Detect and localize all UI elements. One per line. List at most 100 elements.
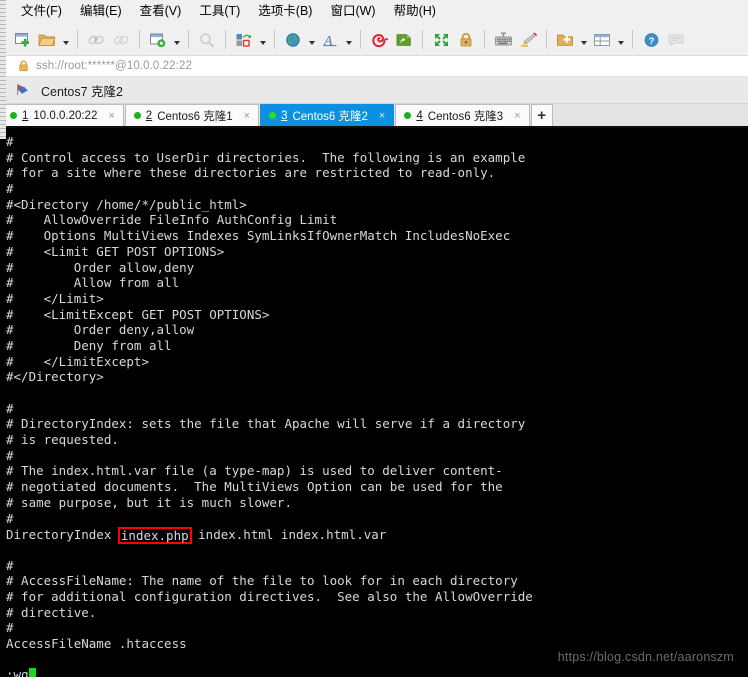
highlight-pen-icon[interactable] [516, 27, 540, 53]
terminal-line: # <Limit GET POST OPTIONS> [6, 243, 225, 259]
terminal-screen[interactable]: # # Control access to UserDir directories… [0, 128, 748, 677]
session-properties-icon[interactable] [146, 27, 170, 53]
new-session-icon[interactable] [10, 27, 34, 53]
tab-close-icon[interactable]: × [512, 110, 522, 122]
session-properties-dropdown-arrow[interactable] [171, 27, 182, 53]
tab-close-icon[interactable]: × [377, 110, 387, 122]
terminal-line: # [6, 134, 14, 149]
globe-icon[interactable] [281, 27, 305, 53]
menu-bar: 文件(F) 编辑(E) 查看(V) 工具(T) 选项卡(B) 窗口(W) 帮助(H) [0, 0, 748, 24]
font-icon[interactable]: A [318, 27, 342, 53]
split-view-icon[interactable] [590, 27, 614, 53]
toolbar-separator [546, 30, 547, 49]
tab-label: 10.0.0.20:22 [33, 109, 98, 122]
tab-index: 2 [145, 109, 153, 122]
session-tab-4[interactable]: 4 Centos6 克隆3 × [395, 104, 530, 126]
globe-dropdown-arrow[interactable] [306, 27, 317, 53]
toolbar-separator [422, 30, 423, 49]
terminal-line: # negotiated documents. The MultiViews O… [6, 479, 503, 495]
terminal-line: # directive. [6, 604, 97, 620]
toolbar-separator [484, 30, 485, 49]
toolbar-separator [225, 30, 226, 49]
split-view-dropdown-arrow[interactable] [615, 27, 626, 53]
reconnect-icon[interactable] [109, 27, 133, 53]
terminal-line: # is requested. [6, 432, 119, 448]
tab-index: 1 [22, 109, 29, 122]
disconnect-icon[interactable] [84, 27, 108, 53]
fullscreen-icon[interactable] [429, 27, 453, 53]
comment-icon[interactable] [664, 27, 688, 53]
tab-close-icon[interactable]: × [242, 110, 252, 122]
tab-label: Centos6 克隆3 [427, 110, 504, 123]
keyboard-icon[interactable] [491, 27, 515, 53]
toolbar-separator [188, 30, 189, 49]
directoryindex-suffix: index.html index.html.var [190, 527, 387, 543]
tab-index: 3 [281, 109, 288, 122]
transfer-file-icon[interactable] [232, 27, 256, 53]
find-icon[interactable] [195, 27, 219, 53]
terminal-line: # </Limit> [6, 290, 104, 306]
terminal-line: # Options MultiViews Indexes SymLinksIfO… [6, 228, 511, 244]
terminal-line: # Allow from all [6, 275, 180, 291]
tab-index: 4 [416, 109, 423, 122]
open-folder-dropdown-arrow[interactable] [60, 27, 71, 53]
tab-status-dot [133, 112, 141, 119]
terminal-line: #</Directory> [6, 369, 104, 385]
tab-label: Centos6 克隆2 [292, 110, 368, 123]
nautilus-icon[interactable] [367, 27, 391, 53]
tab-close-icon[interactable]: × [106, 110, 116, 122]
terminal-output: # # Control access to UserDir directories… [6, 134, 748, 526]
menu-edit[interactable]: 编辑(E) [71, 2, 131, 21]
session-tab-2[interactable]: 2 Centos6 克隆1 × [124, 104, 260, 126]
toolbar-separator [274, 30, 275, 49]
watermark: https://blog.csdn.net/aaronszm [557, 650, 734, 665]
address-bar[interactable]: ssh://root:******@10.0.0.22:22 [0, 56, 748, 77]
terminal-cursor [28, 668, 37, 677]
menu-help[interactable]: 帮助(H) [385, 2, 445, 21]
terminal-line: # DirectoryIndex: sets the file that Apa… [6, 416, 526, 432]
session-flag-icon [16, 83, 31, 97]
menu-window[interactable]: 窗口(W) [321, 2, 384, 21]
svg-text:?: ? [648, 36, 654, 47]
menu-tools[interactable]: 工具(T) [190, 2, 249, 21]
terminal-line: # AllowOverride FileInfo AuthConfig Limi… [6, 212, 338, 228]
terminal-line: # </LimitExcept> [6, 353, 149, 369]
vim-command-prompt: :wq [6, 667, 29, 677]
xftp-icon[interactable] [392, 27, 416, 53]
font-dropdown-arrow[interactable] [343, 27, 354, 53]
tab-status-dot [269, 112, 277, 119]
terminal-output-after: # # AccessFileName: The name of the file … [6, 542, 748, 668]
session-tab-1[interactable]: 1 10.0.0.20:22 × [1, 104, 124, 126]
open-folder-icon[interactable] [35, 27, 59, 53]
transfer-file-dropdown-arrow[interactable] [257, 27, 268, 53]
terminal-line: # The index.html.var file (a type-map) i… [6, 463, 503, 479]
terminal-line: # [6, 510, 14, 526]
address-url: ssh://root:******@10.0.0.22:22 [36, 60, 192, 72]
help-icon[interactable]: ? [639, 27, 663, 53]
toolbar-separator [360, 30, 361, 49]
directoryindex-prefix: DirectoryIndex [6, 527, 119, 543]
session-tab-3[interactable]: 3 Centos6 克隆2 × [260, 104, 395, 126]
toolbar-separator [632, 30, 633, 49]
terminal-line: # AccessFileName: The name of the file t… [6, 573, 518, 589]
xshell-window: 文件(F) 编辑(E) 查看(V) 工具(T) 选项卡(B) 窗口(W) 帮助(H) [0, 0, 748, 677]
terminal-line: # for a site where these directories are… [6, 165, 496, 181]
menu-view[interactable]: 查看(V) [131, 2, 191, 21]
new-tab-button[interactable]: + [530, 104, 553, 126]
lock-icon[interactable] [454, 27, 478, 53]
highlighted-index-php: index.php [117, 527, 192, 545]
terminal-line: # [6, 181, 14, 197]
terminal-line: # Control access to UserDir directories.… [6, 149, 526, 165]
toolbar-separator [77, 30, 78, 49]
lock-icon [18, 60, 29, 72]
menu-file[interactable]: 文件(F) [12, 2, 71, 21]
terminal-line: # [6, 620, 14, 636]
menu-tabs[interactable]: 选项卡(B) [249, 2, 321, 21]
add-folder-icon[interactable] [553, 27, 577, 53]
add-folder-dropdown-arrow[interactable] [578, 27, 589, 53]
terminal-line: #<Directory /home/*/public_html> [6, 196, 247, 212]
tab-status-dot [10, 112, 17, 119]
session-title-label: Centos7 克隆2 [41, 84, 123, 99]
